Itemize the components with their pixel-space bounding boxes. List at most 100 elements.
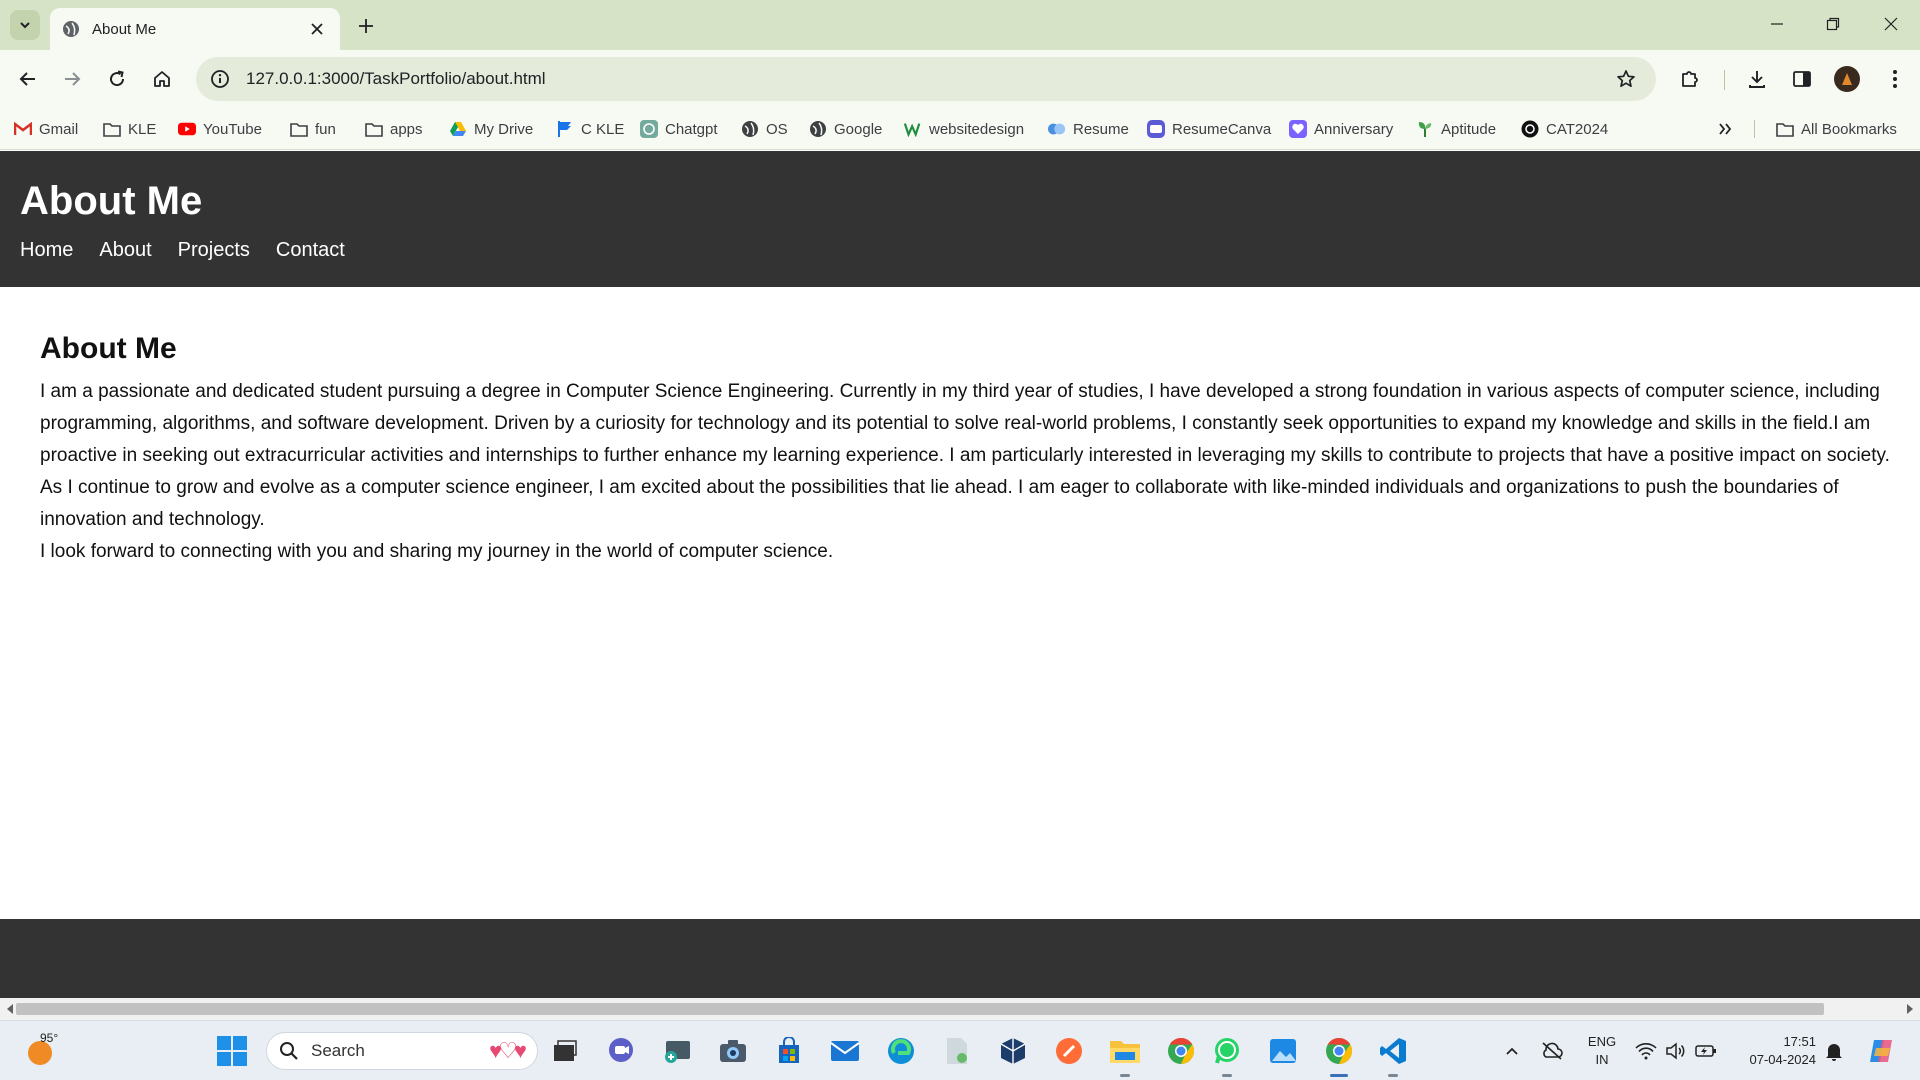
bookmark-label: Chatgpt xyxy=(665,120,718,138)
bookmark-cat2024[interactable]: CAT2024 xyxy=(1521,117,1608,141)
globe-icon xyxy=(809,120,827,138)
google-drive-icon xyxy=(449,120,467,138)
wifi-icon xyxy=(1635,1043,1657,1060)
running-indicator xyxy=(1388,1074,1398,1077)
url-text[interactable]: 127.0.0.1:3000/TaskPortfolio/about.html xyxy=(246,69,1612,89)
taskbar-edge[interactable] xyxy=(884,1034,918,1068)
battery-charging-icon xyxy=(1695,1045,1716,1057)
address-bar[interactable]: 127.0.0.1:3000/TaskPortfolio/about.html xyxy=(196,57,1656,101)
reload-button[interactable] xyxy=(101,63,133,95)
nav-link-contact[interactable]: Contact xyxy=(276,239,345,262)
nav-link-home[interactable]: Home xyxy=(20,239,73,262)
chatgpt-icon xyxy=(640,120,658,138)
bookmark-chatgpt[interactable]: Chatgpt xyxy=(640,117,718,141)
start-button[interactable] xyxy=(216,1035,248,1067)
downloads-button[interactable] xyxy=(1741,63,1773,95)
folder-icon xyxy=(1776,120,1794,138)
taskbar-file-app[interactable] xyxy=(940,1034,974,1068)
chevron-down-icon xyxy=(20,22,30,29)
bookmark-apps[interactable]: apps xyxy=(365,117,423,141)
taskbar-whatsapp[interactable] xyxy=(1210,1034,1244,1077)
extensions-button[interactable] xyxy=(1674,63,1706,95)
language-indicator[interactable]: ENG IN xyxy=(1584,1033,1620,1069)
browser-menu-button[interactable] xyxy=(1879,63,1911,95)
bookmark-star-icon[interactable] xyxy=(1612,65,1640,93)
reload-icon xyxy=(110,70,125,87)
system-clock[interactable]: 17:51 07-04-2024 xyxy=(1730,1033,1817,1069)
taskbar-mail[interactable] xyxy=(828,1034,862,1068)
taskbar-search[interactable]: Search ♥♡♥ xyxy=(266,1032,538,1070)
bookmark-google[interactable]: Google xyxy=(809,117,882,141)
tab-search-button[interactable] xyxy=(10,10,40,40)
taskbar-camera[interactable] xyxy=(716,1034,750,1068)
bookmark-aptitude[interactable]: Aptitude xyxy=(1416,117,1496,141)
bookmark-gmail[interactable]: Gmail xyxy=(14,117,78,141)
taskbar-chrome[interactable] xyxy=(1322,1034,1356,1077)
bookmark-kle[interactable]: KLE xyxy=(103,117,156,141)
new-tab-button[interactable] xyxy=(352,12,380,40)
taskbar-teams[interactable] xyxy=(604,1034,638,1068)
bookmark-fun[interactable]: fun xyxy=(290,117,336,141)
minimize-window-button[interactable] xyxy=(1754,8,1800,40)
search-icon xyxy=(280,1042,298,1060)
kebab-menu-icon xyxy=(1893,70,1897,88)
bookmark-c-kle[interactable]: C KLE xyxy=(556,117,624,141)
arrow-left-icon xyxy=(19,72,35,86)
nav-link-projects[interactable]: Projects xyxy=(178,239,250,262)
bookmark-websitedesign[interactable]: websitedesign xyxy=(904,117,1024,141)
more-bookmarks-button[interactable] xyxy=(1718,117,1732,141)
bell-icon xyxy=(1826,1044,1842,1061)
plant-icon xyxy=(1416,120,1434,138)
taskbar-zoom-app[interactable] xyxy=(660,1034,694,1068)
taskbar-postman[interactable] xyxy=(1052,1034,1086,1068)
copilot-button[interactable] xyxy=(1864,1034,1898,1068)
globe-icon xyxy=(63,21,79,37)
close-window-button[interactable] xyxy=(1868,8,1914,40)
battery-status[interactable] xyxy=(1694,1034,1718,1068)
onedrive-status[interactable] xyxy=(1538,1034,1566,1068)
scroll-right-icon[interactable] xyxy=(1904,1003,1916,1015)
taskbar-photos[interactable] xyxy=(1266,1034,1300,1068)
browser-tab-bar: About Me xyxy=(0,0,1920,50)
taskbar-chrome-secondary[interactable] xyxy=(1164,1034,1198,1068)
scrollbar-thumb[interactable] xyxy=(16,1003,1824,1015)
side-panel-button[interactable] xyxy=(1786,63,1818,95)
wifi-status[interactable] xyxy=(1634,1034,1658,1068)
show-hidden-icons-button[interactable] xyxy=(1500,1034,1524,1068)
bookmark-my-drive[interactable]: My Drive xyxy=(449,117,533,141)
taskbar-store[interactable] xyxy=(772,1034,806,1068)
anniversary-icon xyxy=(1289,120,1307,138)
restore-window-button[interactable] xyxy=(1810,8,1856,40)
weather-widget[interactable]: 95° xyxy=(28,1031,58,1065)
rocket-icon xyxy=(1056,1038,1082,1064)
task-view-icon xyxy=(554,1040,577,1061)
taskbar-task-view[interactable] xyxy=(548,1034,582,1068)
bookmark-label: ResumeCanva xyxy=(1172,120,1272,138)
bookmark-os[interactable]: OS xyxy=(741,117,788,141)
close-tab-icon[interactable] xyxy=(306,18,328,40)
taskbar-virtualbox[interactable] xyxy=(996,1034,1030,1068)
active-tab[interactable]: About Me xyxy=(50,8,340,50)
horizontal-scrollbar[interactable] xyxy=(0,998,1920,1020)
site-info-icon[interactable] xyxy=(208,67,232,91)
back-button[interactable] xyxy=(12,63,44,95)
profile-avatar[interactable] xyxy=(1834,66,1860,92)
nav-link-about[interactable]: About xyxy=(99,239,151,262)
bookmark-youtube[interactable]: YouTube xyxy=(178,117,262,141)
home-button[interactable] xyxy=(146,63,178,95)
bookmark-anniversary[interactable]: Anniversary xyxy=(1289,117,1393,141)
globe-icon xyxy=(741,120,759,138)
active-indicator xyxy=(1330,1074,1348,1077)
folder-icon xyxy=(103,120,121,138)
bookmark-label: Google xyxy=(834,120,883,138)
scroll-left-icon[interactable] xyxy=(4,1003,16,1015)
volume-control[interactable] xyxy=(1664,1034,1688,1068)
bookmark-resume[interactable]: Resume xyxy=(1048,117,1129,141)
taskbar-file-explorer[interactable] xyxy=(1108,1034,1142,1077)
notifications-button[interactable] xyxy=(1822,1034,1846,1068)
photos-icon xyxy=(1270,1039,1296,1063)
forward-button[interactable] xyxy=(56,63,88,95)
taskbar-vscode[interactable] xyxy=(1376,1034,1410,1077)
all-bookmarks-button[interactable]: All Bookmarks xyxy=(1776,117,1897,141)
bookmark-resumecanva[interactable]: ResumeCanva xyxy=(1147,117,1271,141)
